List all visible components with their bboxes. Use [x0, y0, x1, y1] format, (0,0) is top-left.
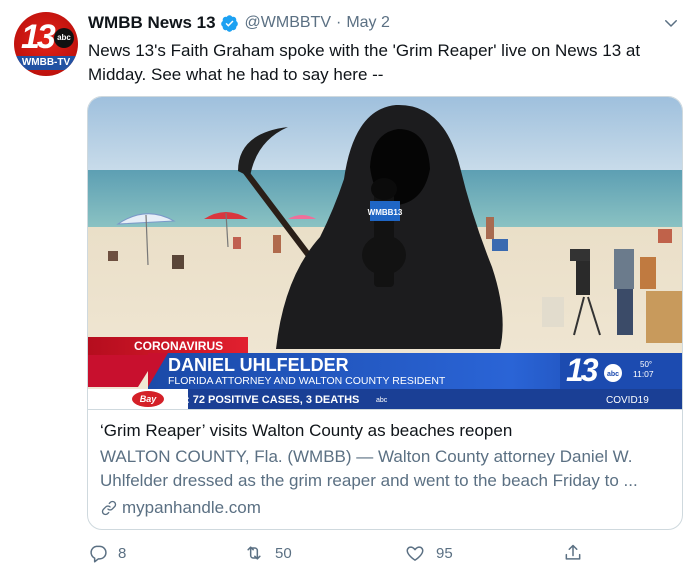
- card-domain-text: mypanhandle.com: [122, 498, 261, 517]
- display-name[interactable]: WMBB News 13: [88, 13, 216, 33]
- card-domain: mypanhandle.com: [100, 497, 261, 519]
- share-button[interactable]: [563, 541, 583, 565]
- heart-icon: [406, 546, 424, 561]
- avatar-callsign: WMBB-TV: [14, 56, 78, 70]
- card-title: ‘Grim Reaper’ visits Walton County as be…: [100, 421, 513, 440]
- reply-count: 8: [118, 544, 127, 562]
- handle[interactable]: @WMBBTV: [245, 14, 331, 32]
- retweet-icon: [247, 546, 261, 560]
- mic-flag: WMBB13: [368, 208, 403, 217]
- chevron-down-icon[interactable]: [662, 14, 680, 32]
- segment-label: COVID19: [606, 395, 649, 406]
- separator-dot: ·: [336, 14, 342, 31]
- tweet-text-line: Midday. See what he had to say here --: [88, 65, 384, 84]
- tweet-text-line: News 13's Faith Graham spoke with the 'G…: [88, 41, 641, 60]
- reply-icon: [90, 545, 107, 563]
- card-description-line: Uhlfelder dressed as the grim reaper and…: [100, 471, 638, 490]
- like-button[interactable]: 95: [404, 541, 453, 565]
- station-number: 13: [566, 352, 599, 388]
- share-icon: [565, 544, 581, 560]
- like-count: 95: [436, 544, 453, 562]
- lower-third-name: DANIEL UHLFELDER: [168, 355, 349, 375]
- card-description: WALTON COUNTY, Fla. (WMBB) — Walton Coun…: [100, 445, 665, 493]
- ticker-network-logo: abc: [376, 397, 388, 404]
- tweet-header: WMBB News 13 @WMBBTV · May 2: [88, 12, 390, 34]
- avatar-number: 13: [21, 18, 56, 56]
- ticker-text: : 72 POSITIVE CASES, 3 DEATHS: [186, 394, 359, 406]
- avatar[interactable]: 13 abc WMBB-TV: [14, 12, 78, 76]
- link-card[interactable]: WMBB13 CORONAVIRUS DANIEL UHLFELDER FLOR…: [87, 96, 683, 530]
- topic-label: CORONAVIRUS: [134, 339, 223, 353]
- tweet-date[interactable]: May 2: [346, 14, 390, 32]
- reply-button[interactable]: 8: [88, 541, 126, 565]
- link-icon: [101, 500, 117, 516]
- temperature: 50°: [640, 360, 652, 369]
- avatar-network-logo: abc: [54, 28, 74, 48]
- tweet-text: News 13's Faith Graham spoke with the 'G…: [88, 39, 688, 87]
- verified-badge-icon: [220, 14, 238, 32]
- tweet[interactable]: 13 abc WMBB-TV WMBB News 13 @WMBBTV · Ma…: [0, 0, 700, 577]
- clock-time: 11:07: [633, 369, 654, 379]
- sponsor-logo: Bay: [140, 394, 158, 404]
- retweet-count: 50: [275, 544, 292, 562]
- lower-third-subtitle: FLORIDA ATTORNEY AND WALTON COUNTY RESID…: [168, 375, 446, 387]
- card-body[interactable]: ‘Grim Reaper’ visits Walton County as be…: [88, 409, 682, 529]
- card-description-line: WALTON COUNTY, Fla. (WMBB) — Walton Coun…: [100, 447, 633, 466]
- news-broadcast-image: WMBB13 CORONAVIRUS DANIEL UHLFELDER FLOR…: [88, 97, 682, 409]
- retweet-button[interactable]: 50: [243, 541, 292, 565]
- card-image[interactable]: WMBB13 CORONAVIRUS DANIEL UHLFELDER FLOR…: [88, 97, 682, 409]
- station-network-logo: abc: [607, 371, 619, 378]
